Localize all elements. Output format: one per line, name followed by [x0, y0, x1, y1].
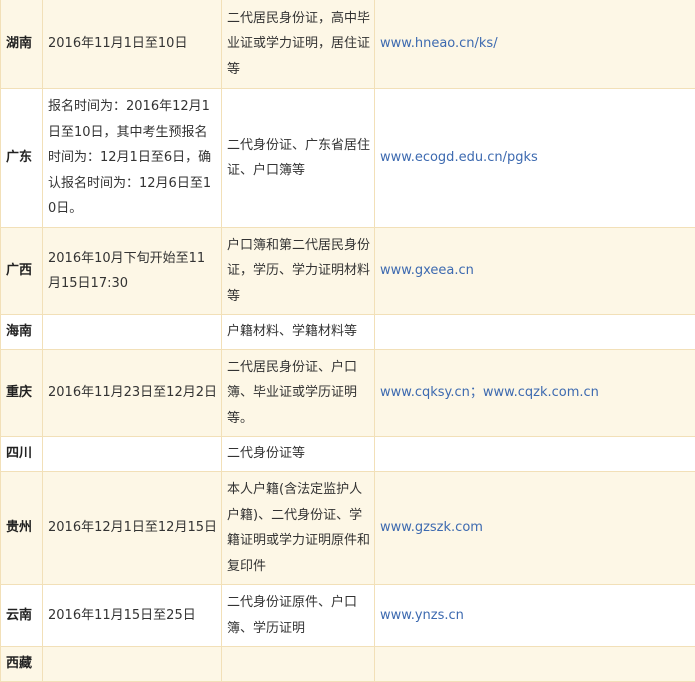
required-documents-cell: 二代身份证原件、户口簿、学历证明 [221, 584, 375, 647]
required-documents-cell: 二代身份证、广东省居住证、户口簿等 [221, 88, 375, 228]
province-cell: 四川 [0, 436, 43, 472]
registration-time-cell: 2016年11月23日至12月2日 [42, 349, 222, 437]
registration-time-cell [42, 436, 222, 472]
province-cell: 广东 [0, 88, 43, 228]
table-row: 广西 2016年10月下旬开始至11月15日17:30 户口簿和第二代居民身份证… [0, 227, 695, 315]
website-link[interactable]: www.gzszk.com [374, 471, 695, 585]
website-link[interactable] [374, 436, 695, 472]
required-documents-cell: 二代居民身份证、户口簿、毕业证或学历证明等。 [221, 349, 375, 437]
website-link[interactable] [374, 314, 695, 350]
registration-time-cell: 2016年10月下旬开始至11月15日17:30 [42, 227, 222, 315]
required-documents-cell: 二代居民身份证，高中毕业证或学力证明，居住证等 [221, 0, 375, 89]
website-link[interactable] [374, 646, 695, 682]
table-row: 海南 户籍材料、学籍材料等 [0, 314, 695, 350]
website-link[interactable]: www.cqksy.cn；www.cqzk.com.cn [374, 349, 695, 437]
exam-registration-table: 湖南 2016年11月1日至10日 二代居民身份证，高中毕业证或学力证明，居住证… [0, 0, 695, 682]
table-row: 重庆 2016年11月23日至12月2日 二代居民身份证、户口簿、毕业证或学历证… [0, 349, 695, 437]
website-link[interactable]: www.gxeea.cn [374, 227, 695, 315]
registration-time-cell: 2016年11月1日至10日 [42, 0, 222, 89]
province-cell: 湖南 [0, 0, 43, 89]
province-cell: 海南 [0, 314, 43, 350]
table-row: 四川 二代身份证等 [0, 436, 695, 472]
province-cell: 重庆 [0, 349, 43, 437]
registration-time-cell [42, 646, 222, 682]
table-row: 广东 报名时间为：2016年12月1日至10日，其中考生预报名时间为：12月1日… [0, 88, 695, 228]
registration-time-cell [42, 314, 222, 350]
province-cell: 贵州 [0, 471, 43, 585]
required-documents-cell: 户籍材料、学籍材料等 [221, 314, 375, 350]
website-link[interactable]: www.hneao.cn/ks/ [374, 0, 695, 89]
registration-time-cell: 报名时间为：2016年12月1日至10日，其中考生预报名时间为：12月1日至6日… [42, 88, 222, 228]
province-cell: 西藏 [0, 646, 43, 682]
required-documents-cell [221, 646, 375, 682]
website-link[interactable]: www.ecogd.edu.cn/pgks [374, 88, 695, 228]
required-documents-cell: 本人户籍(含法定监护人户籍)、二代身份证、学籍证明或学力证明原件和复印件 [221, 471, 375, 585]
table-row: 贵州 2016年12月1日至12月15日 本人户籍(含法定监护人户籍)、二代身份… [0, 471, 695, 585]
required-documents-cell: 二代身份证等 [221, 436, 375, 472]
registration-time-cell: 2016年12月1日至12月15日 [42, 471, 222, 585]
province-cell: 云南 [0, 584, 43, 647]
registration-time-cell: 2016年11月15日至25日 [42, 584, 222, 647]
table-row: 西藏 [0, 646, 695, 682]
website-link[interactable]: www.ynzs.cn [374, 584, 695, 647]
required-documents-cell: 户口簿和第二代居民身份证，学历、学力证明材料等 [221, 227, 375, 315]
table-row: 云南 2016年11月15日至25日 二代身份证原件、户口簿、学历证明 www.… [0, 584, 695, 647]
table-row: 湖南 2016年11月1日至10日 二代居民身份证，高中毕业证或学力证明，居住证… [0, 0, 695, 89]
province-cell: 广西 [0, 227, 43, 315]
